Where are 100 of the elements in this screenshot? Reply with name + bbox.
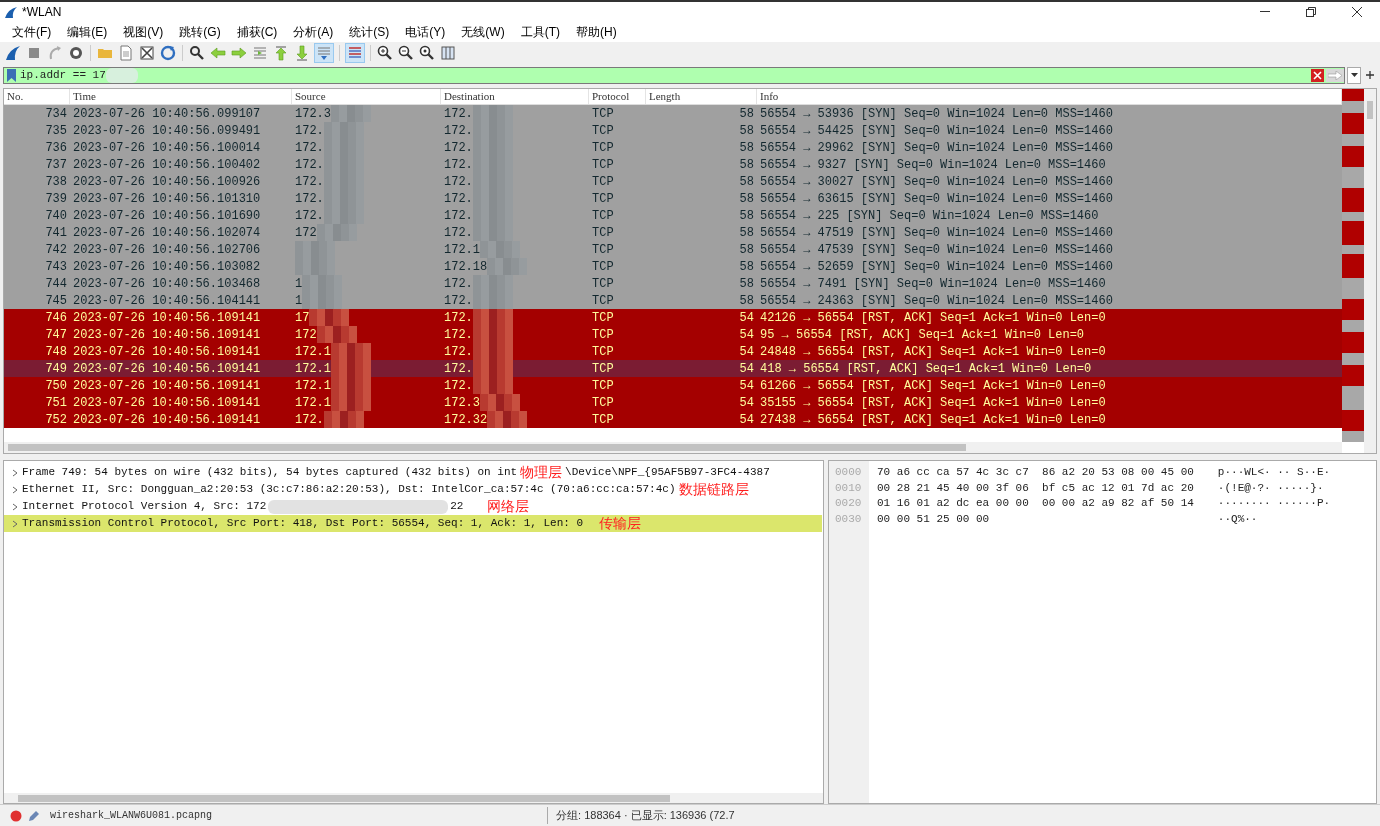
packet-row[interactable]: 734 2023-07-26 10:40:56.099107 172.3 172. TCP 58 56554 → 53936 [SYN] Seq=0 Win=1024 Len=0 MSS=1460 <box>4 105 1342 122</box>
table-cell-text: 172. <box>444 156 473 174</box>
packet-row[interactable]: 737 2023-07-26 10:40:56.100402 172. 172. TCP 58 56554 → 9327 [SYN] Seq=0 Win=1024 Len=0 MSS=1460 <box>4 156 1342 173</box>
clear-filter-button[interactable] <box>1311 68 1324 82</box>
table-cell-text: 2023-07-26 10:40:56.103082 <box>73 258 261 276</box>
menu-item[interactable]: 视图(V) <box>115 23 172 41</box>
packet-row[interactable]: 740 2023-07-26 10:40:56.101690 172. 172. TCP 58 56554 → 225 [SYN] Seq=0 Win=1024 Len=0 MSS=1460 <box>4 207 1342 224</box>
menu-item[interactable]: 文件(F) <box>4 23 60 41</box>
packet-row[interactable]: 751 2023-07-26 10:40:56.109141 172.1 172.3 TCP 54 35155 → 56554 [RST, ACK] Seq=1 Ack=1 Win=0 Len=0 <box>4 394 1342 411</box>
vertical-scrollbar[interactable] <box>1364 89 1376 453</box>
toolbar-button[interactable] <box>188 44 206 62</box>
table-cell-text: 739 <box>45 190 67 208</box>
auto-scroll-icon <box>316 45 332 61</box>
table-cell-text: TCP <box>592 326 614 344</box>
toolbar-button[interactable] <box>418 44 436 62</box>
packet-row[interactable]: 750 2023-07-26 10:40:56.109141 172.1 172. TCP 54 61266 → 56554 [RST, ACK] Seq=1 Ack=1 Win=0 Len=0 <box>4 377 1342 394</box>
packet-row[interactable]: 739 2023-07-26 10:40:56.101310 172. 172. TCP 58 56554 → 63615 [SYN] Seq=0 Win=1024 Len=0 MSS=1460 <box>4 190 1342 207</box>
scrollbar-thumb[interactable] <box>1367 101 1373 119</box>
packet-row[interactable]: 743 2023-07-26 10:40:56.103082 172.18 TCP 58 56554 → 52659 [SYN] Seq=0 Win=1024 Len=0 MSS=1460 <box>4 258 1342 275</box>
menu-item[interactable]: 捕获(C) <box>228 23 286 41</box>
table-cell-text: 58 <box>739 258 754 276</box>
menu-item[interactable]: 电话(Y) <box>397 23 454 41</box>
packet-row[interactable]: 748 2023-07-26 10:40:56.109141 172.1 172. TCP 54 24848 → 56554 [RST, ACK] Seq=1 Ack=1 Win=0 Len=0 <box>4 343 1342 360</box>
tree-item[interactable]: Ethernet II, Src: Dongguan_a2:20:53 (3c:c7:86:a2:20:53), Dst: IntelCor_ca:57:4c (70:a6:cc:ca:57:4c) <box>22 481 676 498</box>
table-cell-text: 56554 → 47539 [SYN] Seq=0 Win=1024 Len=0 MSS=1460 <box>760 241 1113 259</box>
reload-icon <box>160 45 176 61</box>
search-icon <box>189 45 205 61</box>
annotation-label: 网络层 <box>487 498 530 515</box>
packet-row[interactable]: 745 2023-07-26 10:40:56.104141 1 172. TCP 58 56554 → 24363 [SYN] Seq=0 Win=1024 Len=0 MSS=1460 <box>4 292 1342 309</box>
toolbar-button[interactable] <box>67 44 85 62</box>
column-header[interactable]: No. <box>4 89 70 104</box>
toolbar-button[interactable] <box>376 44 394 62</box>
redaction-mosaic <box>323 411 364 428</box>
table-cell-text: 172. <box>295 411 324 429</box>
packet-row[interactable]: 736 2023-07-26 10:40:56.100014 172. 172. TCP 58 56554 → 29962 [SYN] Seq=0 Win=1024 Len=0 MSS=1460 <box>4 139 1342 156</box>
packet-row[interactable]: 744 2023-07-26 10:40:56.103468 1 172. TCP 58 56554 → 7491 [SYN] Seq=0 Win=1024 Len=0 MSS=1460 <box>4 275 1342 292</box>
table-cell-text: 58 <box>739 122 754 140</box>
table-cell-text: 61266 → 56554 [RST, ACK] Seq=1 Ack=1 Win=0 Len=0 <box>760 377 1106 395</box>
pencil-icon[interactable] <box>28 809 40 822</box>
redaction-blur <box>105 67 138 83</box>
packet-row[interactable]: 749 2023-07-26 10:40:56.109141 172.1 172. TCP 54 418 → 56554 [RST, ACK] Seq=1 Ack=1 Win=0 Len=0 <box>4 360 1342 377</box>
menu-item[interactable]: 工具(T) <box>512 23 568 41</box>
table-cell-text: 2023-07-26 10:40:56.104141 <box>73 292 261 310</box>
status-dot-icon[interactable] <box>10 809 22 822</box>
packet-row[interactable]: 738 2023-07-26 10:40:56.100926 172. 172. TCP 58 56554 → 30027 [SYN] Seq=0 Win=1024 Len=0 MSS=1460 <box>4 173 1342 190</box>
horizontal-scrollbar[interactable] <box>4 793 823 803</box>
table-cell-text: 172. <box>444 292 473 310</box>
restore-icon <box>1306 7 1316 17</box>
packet-row[interactable]: 742 2023-07-26 10:40:56.102706 172.1 TCP 58 56554 → 47539 [SYN] Seq=0 Win=1024 Len=0 MSS=1460 <box>4 241 1342 258</box>
redaction-mosaic <box>323 122 364 139</box>
packet-row[interactable]: 735 2023-07-26 10:40:56.099491 172. 172. TCP 58 56554 → 54425 [SYN] Seq=0 Win=1024 Len=0 MSS=1460 <box>4 122 1342 139</box>
table-cell: 172.3 <box>295 105 331 123</box>
toolbar-toggle-button[interactable] <box>314 43 334 63</box>
table-cell-text: 172. <box>444 377 473 395</box>
horizontal-scrollbar[interactable] <box>4 442 1342 453</box>
table-cell-text: 58 <box>739 156 754 174</box>
toolbar-button[interactable] <box>397 44 415 62</box>
tree-item[interactable]: Frame 749: 54 bytes on wire (432 bits), 54 bytes captured (432 bits) on int <box>22 464 518 481</box>
table-cell-text: 2023-07-26 10:40:56.109141 <box>73 360 261 378</box>
menu-item[interactable]: 统计(S) <box>341 23 398 41</box>
menu-item[interactable]: 无线(W) <box>453 23 513 41</box>
packet-row[interactable]: 741 2023-07-26 10:40:56.102074 172 172. TCP 58 56554 → 47519 [SYN] Seq=0 Win=1024 Len=0 MSS=1460 <box>4 224 1342 241</box>
table-cell-text: 172. <box>295 173 324 191</box>
packet-row[interactable]: 752 2023-07-26 10:40:56.109141 172. 172.32 TCP 54 27438 → 56554 [RST, ACK] Seq=1 Ack=1 Win=0 Len=0 <box>4 411 1342 428</box>
packet-minimap[interactable] <box>1342 89 1364 442</box>
packet-row[interactable]: 747 2023-07-26 10:40:56.109141 172 172. TCP 54 95 → 56554 [RST, ACK] Seq=1 Ack=1 Win=0 Len=0 <box>4 326 1342 343</box>
table-cell-text: 2023-07-26 10:40:56.099491 <box>73 122 261 140</box>
table-cell-text: TCP <box>592 156 614 174</box>
menu-item[interactable]: 分析(A) <box>285 23 342 41</box>
table-cell: 172. <box>444 105 473 123</box>
filter-field[interactable]: ip.addr == 17 <box>3 66 1345 84</box>
column-header[interactable]: Length <box>646 89 757 104</box>
menu-item[interactable]: 跳转(G) <box>171 23 229 41</box>
table-cell-text: TCP <box>592 139 614 157</box>
redaction-mosaic <box>480 241 520 258</box>
toolbar-button[interactable] <box>138 44 156 62</box>
filter-dropdown-button[interactable] <box>1347 66 1361 84</box>
menu-item[interactable]: 编辑(E) <box>59 23 116 41</box>
tree-item[interactable]: Internet Protocol Version 4, Src: 172 <box>22 498 267 515</box>
redaction-mosaic <box>309 309 350 326</box>
table-cell-text: 56554 → 24363 [SYN] Seq=0 Win=1024 Len=0 MSS=1460 <box>760 292 1113 310</box>
table-cell-text: 172. <box>444 275 473 293</box>
tree-item[interactable]: Transmission Control Protocol, Src Port: 418, Dst Port: 56554, Seq: 1, Ack: 1, Len: 0 <box>22 515 584 532</box>
scrollbar-thumb[interactable] <box>8 444 966 451</box>
scrollbar-thumb[interactable] <box>18 794 670 802</box>
packet-row[interactable]: 746 2023-07-26 10:40:56.109141 17 172. TCP 54 42126 → 56554 [RST, ACK] Seq=1 Ack=1 Win=0 Len=0 <box>4 309 1342 326</box>
column-header[interactable]: Protocol <box>589 89 646 104</box>
table-cell-text: 172.18 <box>444 258 488 276</box>
toolbar-toggle-button[interactable] <box>345 43 365 63</box>
table-cell-text: 58 <box>739 139 754 157</box>
table-cell-text: 58 <box>739 173 754 191</box>
column-header[interactable]: Source <box>292 89 441 104</box>
table-cell-text: 2023-07-26 10:40:56.109141 <box>73 394 261 412</box>
column-header[interactable]: Destination <box>441 89 589 104</box>
table-cell-text: TCP <box>592 224 614 242</box>
table-cell-text: 1 <box>295 275 303 293</box>
column-header[interactable]: Time <box>70 89 292 104</box>
menu-item[interactable]: 帮助(H) <box>568 23 625 41</box>
toolbar-button[interactable] <box>4 44 22 62</box>
table-cell-text: 54 <box>739 360 754 378</box>
